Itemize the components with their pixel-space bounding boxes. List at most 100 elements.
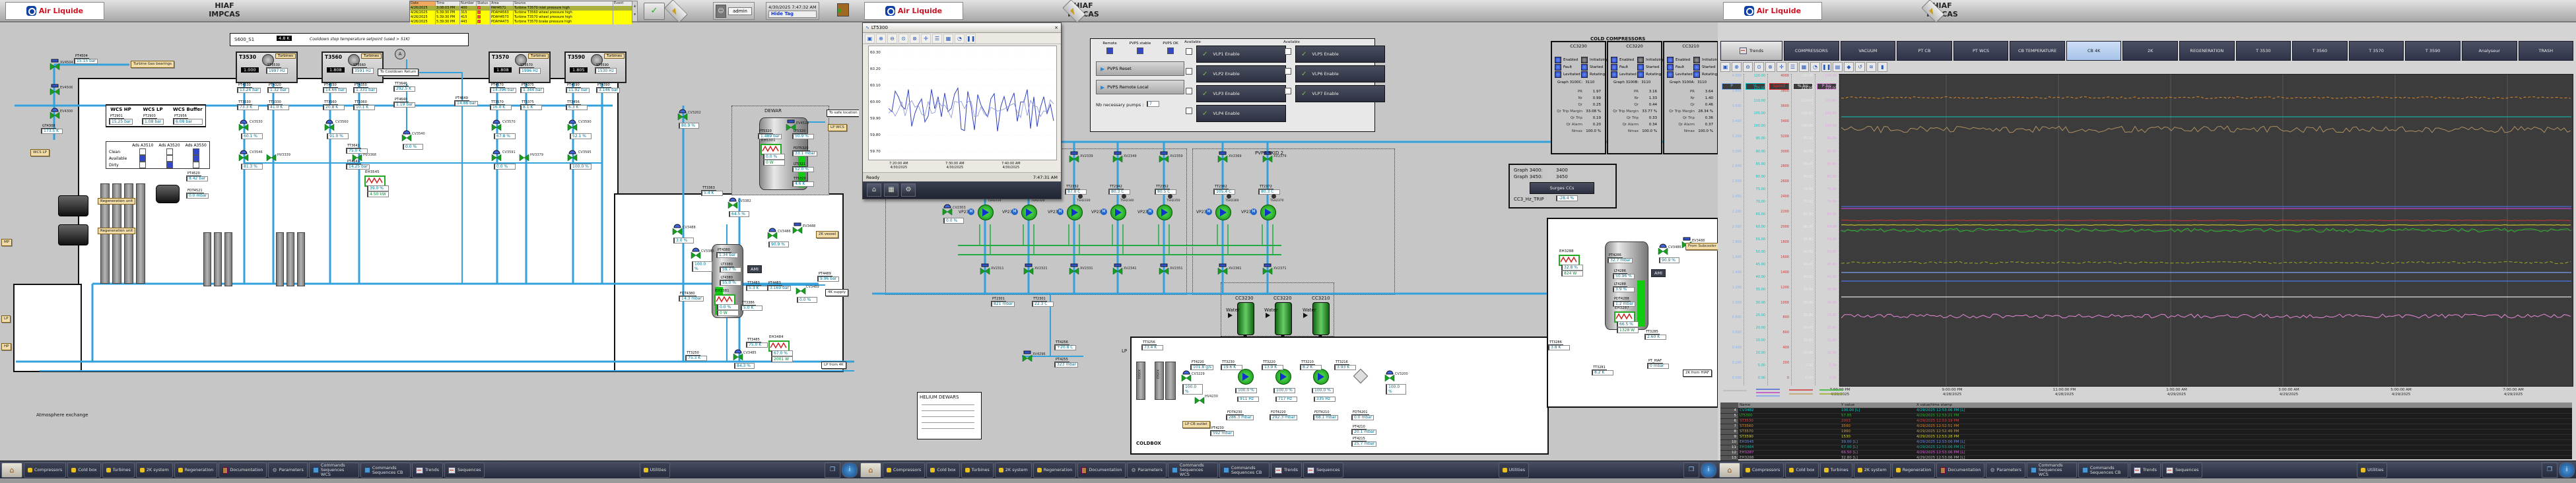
valve-XV2321[interactable]: XV2321 xyxy=(1023,264,1034,276)
popup-tool-icon[interactable]: ◔ xyxy=(955,34,965,44)
trend-tab-t-3570[interactable]: T 3570 xyxy=(2349,41,2404,61)
valve-HV4230[interactable]: HV4230 xyxy=(1194,393,1205,405)
valve-CV3591[interactable]: CV35910.0 % xyxy=(491,150,502,162)
valve-XV4296[interactable]: XV4296 xyxy=(1022,351,1033,363)
valve-CV2303[interactable]: CV23030.0 % xyxy=(942,205,953,216)
valve-XV2371[interactable]: XV2371 xyxy=(1262,264,1273,276)
valve-XV4504[interactable]: XV4504 xyxy=(50,59,60,71)
taskbar-item-parameters[interactable]: ⚙Parameters xyxy=(268,463,307,478)
trend-table-row[interactable]: 10EH354539.00 [L]4/29/2025 12:53:06 PM [… xyxy=(1720,439,2572,445)
valve-CV3382[interactable]: CV338264.5 % xyxy=(728,198,738,210)
trend-tool-icon[interactable]: ◔ xyxy=(1810,62,1820,72)
turbine-T3590[interactable]: T3590Turbines1.805ST35901530 Hz xyxy=(564,51,627,83)
vlp-available-checkbox[interactable] xyxy=(1285,88,1291,94)
turbines-chip[interactable]: Turbines xyxy=(528,53,549,59)
vlp-enable-button-5[interactable]: ✓VLP5 Enable xyxy=(1295,46,1385,63)
trend-table-row[interactable]: 8ST357019904/29/2025 12:52:49 PM xyxy=(1720,429,2572,434)
valve-EV4506[interactable]: EV4506 xyxy=(50,84,60,96)
popup-tool-icon[interactable]: ⊗ xyxy=(910,34,920,44)
taskbar-item-turbines[interactable]: Turbines xyxy=(102,463,135,478)
turbine-T3560[interactable]: T3560Turbines1.808ST35603591 Hz xyxy=(322,51,384,83)
vlp-enable-button-2[interactable]: ✓VLP2 Enable xyxy=(1196,65,1286,82)
valve-CV3488[interactable]: CV34883.0 % xyxy=(672,224,683,236)
cold-compressor-impeller[interactable] xyxy=(1313,369,1329,385)
taskbar-item-commands-sequences-wcs[interactable]: Commands Sequences WCS xyxy=(309,463,359,478)
taskbar-item-parameters[interactable]: ⚙Parameters xyxy=(1127,463,1166,478)
taskbar-item-regeneration[interactable]: Regeneration xyxy=(1892,463,1936,478)
valve-CV3486[interactable]: CV348690.9 % xyxy=(767,228,778,240)
taskbar-item-cold-box[interactable]: Cold box xyxy=(1785,463,1818,478)
vacuum-pump-VP2360[interactable] xyxy=(1215,205,1231,220)
valve-HV3339[interactable]: HV3339 xyxy=(266,150,277,162)
vacuum-pump-VP2320[interactable] xyxy=(1021,205,1037,220)
valve-CV3546[interactable]: CV354681.3 % xyxy=(238,150,249,162)
gear-icon[interactable]: ⚙ xyxy=(901,183,916,197)
popup-tool-icon[interactable]: ⊙ xyxy=(898,34,908,44)
trend-tool-icon[interactable]: ▮ xyxy=(1878,62,1887,72)
valve-CV3489[interactable]: CV34890.0 % xyxy=(796,284,806,296)
taskbar-item-2k-system[interactable]: 2K system xyxy=(995,463,1032,478)
turbines-chip[interactable]: Turbines xyxy=(604,53,625,59)
trend-tool-icon[interactable]: ❚❚ xyxy=(1821,62,1831,72)
valve-CV3570[interactable]: CV357067.8 % xyxy=(491,120,502,132)
trend-table-row[interactable]: 4CV3482100.00 [L]4/29/2025 12:53:06 PM [… xyxy=(1720,408,2572,413)
taskbar-item-sequences[interactable]: Sequences xyxy=(2162,463,2202,478)
vlp-enable-button-1[interactable]: ✓VLP1 Enable xyxy=(1196,46,1286,63)
trends-button[interactable]: Trends xyxy=(1720,41,1782,61)
trend-tab-regeneration[interactable]: REGENERATION xyxy=(2179,41,2235,61)
lt5300-trend-popup[interactable]: ∿LT5300×▣⊕⊖⊙⊗✛☰▦◔❚❚60.3060.2060.1060.005… xyxy=(862,22,1062,199)
trend-tab-vacuum[interactable]: VACUUM xyxy=(1841,41,1896,61)
vacuum-pump-VP2370[interactable] xyxy=(1260,205,1276,220)
valve-XV2339[interactable]: XV2339 xyxy=(1069,152,1079,164)
taskbar-item-documentation[interactable]: Documentation xyxy=(1936,463,1984,478)
popup-tool-icon[interactable]: ⊖ xyxy=(887,34,897,44)
vacuum-pump-VP2310[interactable] xyxy=(978,205,994,220)
vlp-enable-button-3[interactable]: ✓VLP3 Enable xyxy=(1196,85,1286,102)
trend-tab-trash[interactable]: TRASH xyxy=(2519,41,2574,61)
chart-icon[interactable]: ▦ xyxy=(884,183,898,197)
vlp-enable-button-7[interactable]: ✓VLP7 Enable xyxy=(1295,85,1385,102)
cold-compressor-impeller[interactable] xyxy=(1275,369,1291,385)
valve-XV2341[interactable]: XV2341 xyxy=(1112,264,1123,276)
trend-table-row[interactable]: 5LT530057.854/29/2025 12:53:21 PM xyxy=(1720,413,2572,418)
trend-tab-2k[interactable]: 2K xyxy=(2122,41,2178,61)
trend-tool-icon[interactable]: ◆ xyxy=(1844,62,1854,72)
valve-EV4300[interactable]: EV4300 xyxy=(50,108,60,120)
valve-XV2351[interactable]: XV2351 xyxy=(1159,264,1169,276)
trend-table-row[interactable]: 9ST359015304/29/2025 12:53:28 PM xyxy=(1720,434,2572,439)
trend-tool-icon[interactable]: ⊗ xyxy=(1765,62,1775,72)
vlp-available-checkbox[interactable] xyxy=(1186,68,1192,75)
pvps-remote-local-button[interactable]: ▶PVPS Remote Local xyxy=(1096,80,1184,94)
taskbar-item-sequences[interactable]: Sequences xyxy=(1303,463,1343,478)
taskbar-item-commands-sequences-cb[interactable]: Commands Sequences CB xyxy=(1219,463,1270,478)
trend-tool-icon[interactable]: ≋ xyxy=(1866,62,1876,72)
valve-CV3560[interactable]: CV356091.0 % xyxy=(324,120,335,132)
trend-tab-analyseur[interactable]: Analyseur xyxy=(2462,41,2517,61)
taskbar-item-compressors[interactable]: Compressors xyxy=(883,463,925,478)
nb-pumps-value[interactable]: 7 xyxy=(1147,101,1159,107)
vlp-available-checkbox[interactable] xyxy=(1186,48,1192,55)
trend-tab-compressors[interactable]: COMPRESSORS xyxy=(1784,41,1839,61)
valve-CV3383[interactable]: CV3383100.0 % xyxy=(691,248,701,260)
valve-EV3488[interactable]: EV3488 xyxy=(792,223,803,235)
info-button[interactable]: i xyxy=(2559,463,2575,478)
trend-table-row[interactable]: 13EH328832.80 [L]4/29/2025 12:53:06 PM [… xyxy=(1720,455,2572,461)
taskbar-item-regeneration[interactable]: Regeneration xyxy=(1033,463,1077,478)
trend-tool-icon[interactable]: ↺ xyxy=(1855,62,1865,72)
valve-CV3200[interactable]: CV3200100.0 % xyxy=(1384,371,1395,383)
taskbar-item-2k-system[interactable]: 2K system xyxy=(1854,463,1891,478)
vlp-available-checkbox[interactable] xyxy=(1186,108,1192,114)
valve-XV2311[interactable]: XV2311 xyxy=(980,264,990,276)
info-button[interactable]: i xyxy=(1701,463,1716,478)
trend-tab-t-3590[interactable]: T 3590 xyxy=(2405,41,2460,61)
trend-tab-pt-cb[interactable]: PT CB xyxy=(1897,41,1952,61)
taskbar-item-turbines[interactable]: Turbines xyxy=(1820,463,1852,478)
surges-ccs-button[interactable]: Surges CCs xyxy=(1530,182,1594,194)
valve-CV3595[interactable]: CV3595100.0 % xyxy=(567,150,578,162)
home-icon[interactable]: ⌂ xyxy=(867,183,881,197)
turbines-chip[interactable]: Turbines xyxy=(361,53,382,59)
turbine-T3570[interactable]: T3570Turbines1.808ST35701996 Hz xyxy=(489,51,551,83)
popup-close-button[interactable]: × xyxy=(1054,25,1058,30)
valve-CV3485[interactable]: CV348584.3 % xyxy=(733,350,743,362)
valve-CV3486[interactable]: CV348690.9 % xyxy=(1658,244,1668,256)
